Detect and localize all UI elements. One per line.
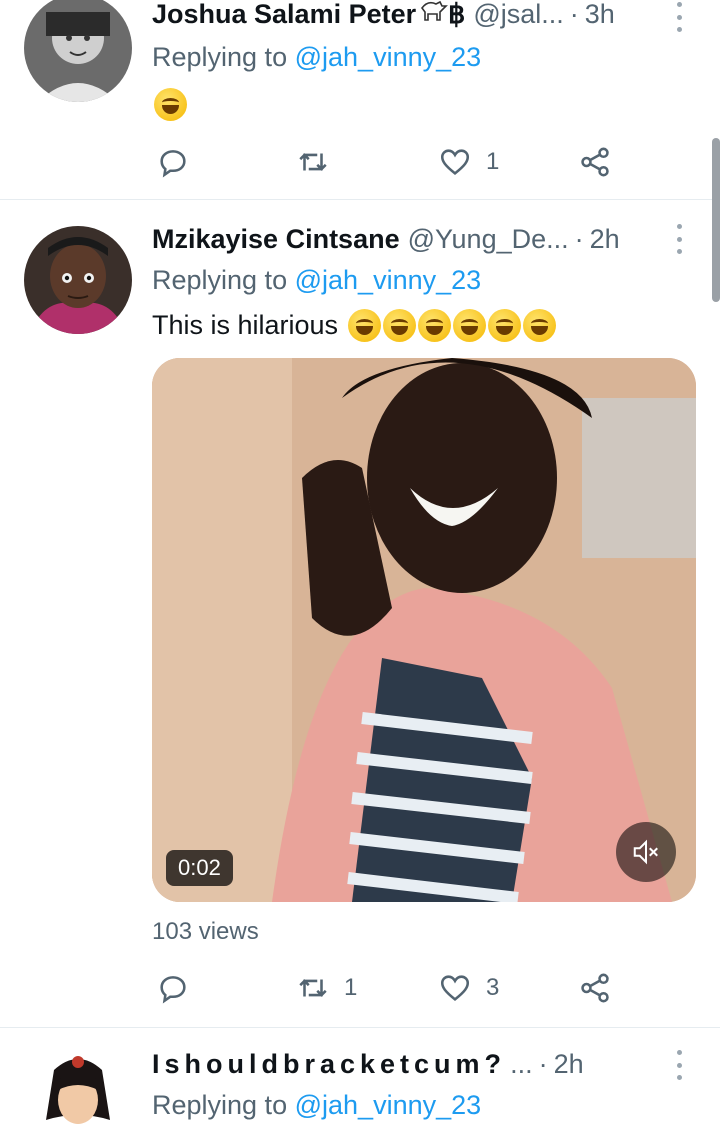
- avatar[interactable]: [24, 0, 132, 102]
- avatar[interactable]: [24, 226, 132, 334]
- more-options-icon[interactable]: [674, 2, 684, 32]
- tweet-text: This is hilarious: [152, 309, 557, 342]
- reply-icon: [160, 150, 186, 178]
- goat-icon: [418, 0, 449, 31]
- rofl-emoji-icon: [383, 309, 417, 342]
- rofl-emoji-icon: [453, 309, 487, 342]
- view-count: 103 views: [152, 918, 259, 945]
- heart-icon: [440, 149, 470, 175]
- rofl-emoji-icon: [488, 309, 522, 342]
- video-thumbnail: [152, 358, 696, 902]
- reply-button[interactable]: [156, 968, 190, 1008]
- timestamp[interactable]: 3h: [585, 0, 615, 30]
- share-icon: [581, 973, 609, 1003]
- more-options-icon[interactable]: [674, 1050, 684, 1080]
- name-suffix: ฿: [448, 0, 466, 29]
- replying-to: Replying to @jah_vinny_23: [152, 42, 481, 73]
- rofl-emoji-icon: [418, 309, 452, 342]
- mute-icon: [633, 839, 658, 865]
- avatar[interactable]: [24, 1050, 132, 1134]
- display-name[interactable]: Mzikayise Cintsane: [152, 224, 400, 255]
- reply-button[interactable]: [156, 142, 190, 182]
- display-name[interactable]: Ishouldbracketcum?: [152, 1049, 506, 1080]
- retweet-icon: [299, 153, 327, 171]
- heart-icon: [440, 975, 470, 1001]
- share-icon: [581, 147, 609, 177]
- retweet-icon: [299, 979, 327, 997]
- more-options-icon[interactable]: [674, 224, 684, 254]
- like-button[interactable]: 3: [438, 968, 499, 1008]
- retweet-count: 1: [344, 974, 358, 1001]
- share-button[interactable]: [578, 142, 612, 182]
- replying-to-handle[interactable]: @jah_vinny_23: [295, 42, 482, 72]
- replying-to-handle[interactable]: @jah_vinny_23: [295, 1090, 482, 1120]
- tweet-actions: 1: [152, 142, 622, 182]
- like-button[interactable]: 1: [438, 142, 499, 182]
- replying-to: Replying to @jah_vinny_23: [152, 1090, 481, 1121]
- tweet-body: This is hilarious: [152, 310, 339, 340]
- tweet-text: [152, 88, 187, 121]
- separator-dot: ·: [569, 0, 579, 29]
- separator-dot: ·: [574, 223, 584, 254]
- scrollbar[interactable]: [712, 138, 720, 302]
- retweet-button[interactable]: 1: [296, 968, 357, 1008]
- replying-label: Replying to: [152, 42, 288, 72]
- video-player[interactable]: 0:02: [152, 358, 696, 902]
- video-duration: 0:02: [166, 850, 233, 886]
- user-handle[interactable]: @jsal...: [473, 0, 563, 30]
- rofl-emoji-icon: [523, 309, 557, 342]
- reply-icon: [160, 976, 186, 1004]
- like-count: 1: [486, 148, 500, 175]
- replying-label: Replying to: [152, 1090, 288, 1120]
- tweet-3[interactable]: Ishouldbracketcum? ... · 2h Replying to …: [0, 1028, 720, 1134]
- replying-label: Replying to: [152, 265, 288, 295]
- display-name[interactable]: Joshua Salami Peter: [152, 0, 416, 30]
- tweet-header: Joshua Salami Peter ฿ @jsal... · 3h: [152, 0, 615, 31]
- user-handle[interactable]: @Yung_De...: [408, 224, 569, 255]
- user-handle[interactable]: ...: [510, 1049, 533, 1080]
- tweet-actions: 1 3: [152, 968, 622, 1008]
- separator-dot: ·: [538, 1048, 548, 1079]
- laughing-emoji-icon: [154, 88, 187, 121]
- tweet-header: Mzikayise Cintsane @Yung_De... · 2h: [152, 222, 620, 256]
- mute-button[interactable]: [616, 822, 676, 882]
- tweet-header: Ishouldbracketcum? ... · 2h: [152, 1047, 584, 1081]
- timestamp[interactable]: 2h: [554, 1049, 584, 1080]
- rofl-emoji-icon: [348, 309, 382, 342]
- share-button[interactable]: [578, 968, 612, 1008]
- replying-to: Replying to @jah_vinny_23: [152, 265, 481, 296]
- tweet-1[interactable]: Joshua Salami Peter ฿ @jsal... · 3h Repl…: [0, 0, 720, 200]
- like-count: 3: [486, 974, 500, 1001]
- replying-to-handle[interactable]: @jah_vinny_23: [295, 265, 482, 295]
- retweet-button[interactable]: [296, 142, 344, 182]
- timestamp[interactable]: 2h: [590, 224, 620, 255]
